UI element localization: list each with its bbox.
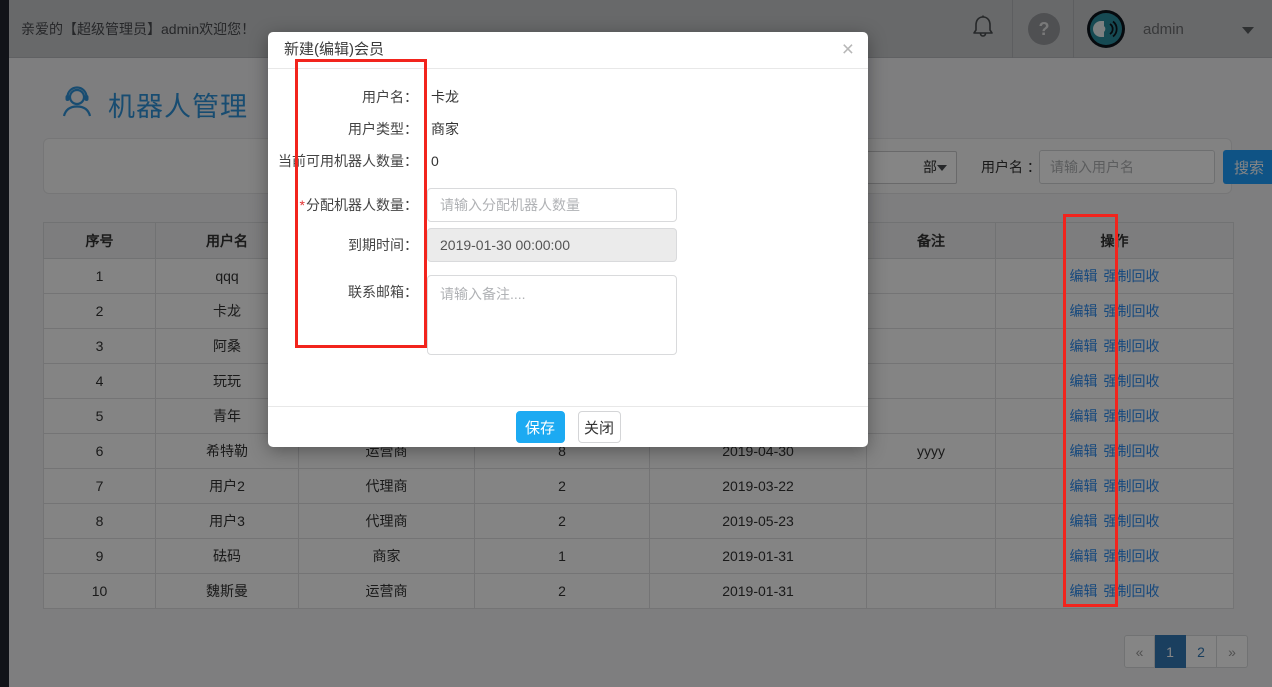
modal-footer: 保存 关闭 xyxy=(268,406,868,447)
edit-member-modal: 新建(编辑)会员 × 用户名： 卡龙 用户类型： 商家 当前可用机器人数量： 0 *分配机器… xyxy=(268,32,868,447)
required-asterisk: * xyxy=(299,197,305,213)
close-button[interactable]: 关闭 xyxy=(577,411,621,443)
field-label: 联系邮箱： xyxy=(348,284,418,300)
field-value: 商家 xyxy=(431,121,459,137)
robot-count-input[interactable] xyxy=(427,188,677,222)
remark-textarea[interactable] xyxy=(427,275,677,355)
field-label: 当前可用机器人数量： xyxy=(278,153,418,169)
save-button[interactable]: 保存 xyxy=(515,411,565,443)
field-value: 0 xyxy=(431,153,439,169)
app-screen: 亲爱的【超级管理员】admin欢迎您！ ? admin 机器人管理 部 用户名 … xyxy=(0,0,1272,687)
field-label: 到期时间： xyxy=(348,237,418,253)
expire-date-input[interactable] xyxy=(427,228,677,262)
modal-title: 新建(编辑)会员 xyxy=(284,41,384,58)
field-label: 用户名： xyxy=(362,89,418,105)
field-value: 卡龙 xyxy=(431,89,459,105)
modal-header: 新建(编辑)会员 × xyxy=(268,32,868,69)
field-label: *分配机器人数量： xyxy=(299,197,418,213)
close-icon[interactable]: × xyxy=(842,38,854,62)
field-label: 用户类型： xyxy=(348,121,418,137)
